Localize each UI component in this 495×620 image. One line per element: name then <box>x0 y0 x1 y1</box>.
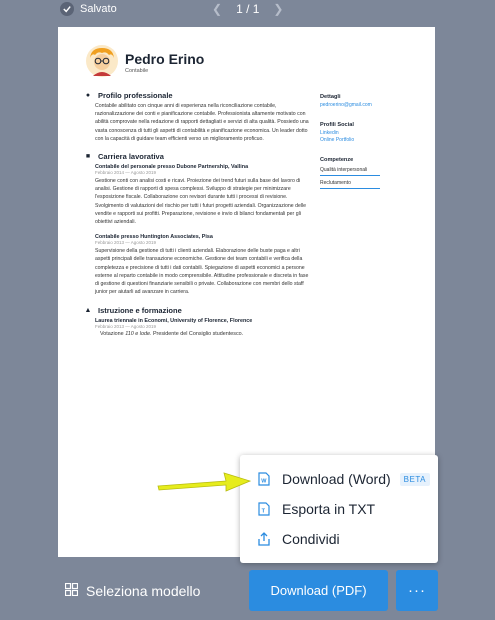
grid-icon <box>64 582 79 599</box>
share-icon <box>257 532 271 546</box>
job-dates: Febbraio 2014 — Agosto 2019 <box>95 170 157 176</box>
skills-heading: Competenze <box>320 156 354 163</box>
menu-item-label: Download (Word) <box>282 471 391 487</box>
email-link: pedroerino@gmail.com <box>320 102 372 108</box>
select-template-button[interactable]: Seleziona modello <box>64 582 201 599</box>
saved-status: Salvato <box>60 2 117 16</box>
section-title: Profilo professionale <box>98 91 173 100</box>
resume-side-column: Dettagli pedroerino@gmail.com Profili So… <box>320 94 420 189</box>
skill-item: Reclutamento <box>320 180 380 189</box>
linkedin-link: Linkedin <box>320 129 339 136</box>
text-file-icon: T <box>257 502 271 516</box>
bottom-bar: Seleziona modello Download (PDF) ··· <box>0 570 495 612</box>
annotation-arrow-icon <box>157 472 252 492</box>
section-career-heading: ■ Carriera lavorativa <box>84 152 309 161</box>
download-menu: W Download (Word) BETA T Esporta in TXT … <box>240 455 438 563</box>
section-education-heading: ▲ Istruzione e formazione <box>84 306 309 315</box>
page-pager: ❮ 1 / 1 ❯ <box>212 2 283 16</box>
avatar <box>85 44 119 78</box>
education-dates: Febbraio 2013 — Agosto 2019 <box>95 324 157 330</box>
graduation-cap-icon: ▲ <box>84 307 92 315</box>
svg-text:T: T <box>262 509 266 515</box>
svg-text:W: W <box>261 479 267 485</box>
top-bar: Salvato ❮ 1 / 1 ❯ <box>0 0 495 22</box>
download-pdf-button[interactable]: Download (PDF) <box>249 570 388 611</box>
section-title: Carriera lavorativa <box>98 152 164 162</box>
skill-item: Qualità interpersonali <box>320 167 380 176</box>
menu-item-export-txt[interactable]: T Esporta in TXT <box>240 494 438 524</box>
job-description: Supervisione della gestione di tutti i c… <box>95 248 309 296</box>
job-dates: Febbraio 2013 — Agosto 2019 <box>95 240 157 246</box>
education-description: Votazione 110 e lode. Presidente del Con… <box>100 331 309 337</box>
education-text-suffix: . Presidente del Consiglio studentesco. <box>149 331 244 338</box>
profile-text: Contabile abilitato con cinque anni di e… <box>95 103 309 142</box>
resume-role: Contabile <box>125 68 149 74</box>
person-icon: ● <box>85 92 91 99</box>
menu-item-label: Esporta in TXT <box>282 501 376 517</box>
resume-main-column: ● Profilo professionale Contabile abilit… <box>84 91 309 337</box>
menu-item-label: Condividi <box>282 531 340 547</box>
word-file-icon: W <box>257 472 271 486</box>
section-profile-heading: ● Profilo professionale <box>84 91 309 100</box>
job-description: Gestione conti con analisi costi e ricav… <box>95 178 307 226</box>
education-grade: 110 e lode <box>125 331 150 338</box>
resume-name: Pedro Erino <box>125 51 205 67</box>
check-icon <box>60 2 74 16</box>
portfolio-link: Online Portfolio <box>320 137 355 143</box>
chevron-left-icon[interactable]: ❮ <box>212 2 222 16</box>
section-title: Istruzione e formazione <box>98 306 182 316</box>
menu-item-share[interactable]: Condividi <box>240 524 438 554</box>
education-text-prefix: Votazione <box>100 331 126 338</box>
select-template-label: Seleziona modello <box>86 583 201 599</box>
saved-label: Salvato <box>80 3 117 15</box>
page-indicator: 1 / 1 <box>236 2 260 16</box>
more-options-button[interactable]: ··· <box>396 570 438 611</box>
social-heading: Profili Social <box>320 121 354 128</box>
details-heading: Dettagli <box>320 94 341 100</box>
chevron-right-icon[interactable]: ❯ <box>273 2 283 16</box>
beta-badge: BETA <box>399 472 430 486</box>
briefcase-icon: ■ <box>85 153 91 161</box>
menu-item-download-word[interactable]: W Download (Word) BETA <box>240 464 438 494</box>
